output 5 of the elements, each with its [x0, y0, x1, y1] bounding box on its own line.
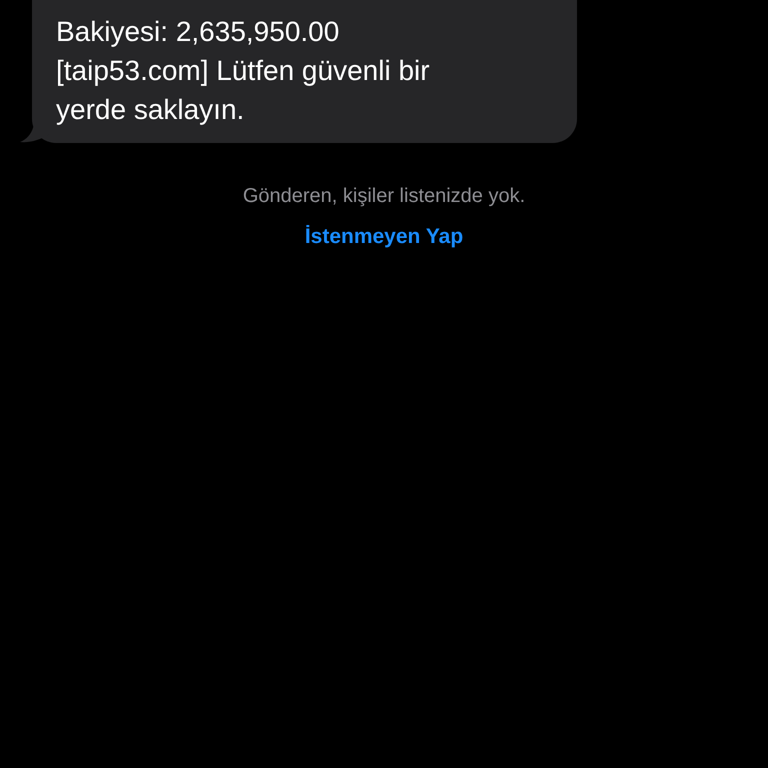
unknown-sender-notice: Gönderen, kişiler listenizde yok. [242, 184, 526, 209]
message-text-line: yerde saklayın. [56, 93, 246, 127]
message-text-line: [taip53.com] Lütfen güvenli bir [56, 54, 431, 88]
message-text-line: Bakiyesi: 2,635,950.00 [56, 15, 340, 49]
report-junk-link[interactable]: İstenmeyen Yap [304, 221, 464, 252]
